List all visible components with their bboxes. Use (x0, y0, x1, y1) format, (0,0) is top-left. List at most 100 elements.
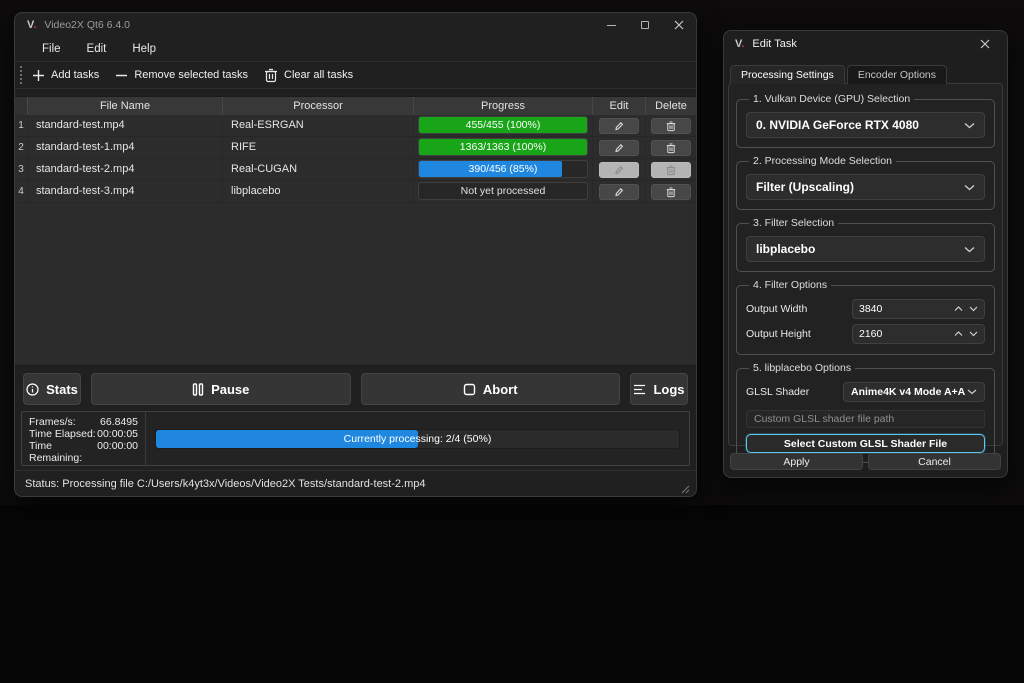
progress-cell: Not yet processed (414, 181, 593, 202)
progress-cell: 390/456 (85%) (414, 159, 593, 180)
progress-label: 1363/1363 (100%) (419, 139, 587, 155)
abort-label: Abort (483, 382, 518, 397)
apply-button[interactable]: Apply (730, 453, 863, 470)
info-icon (26, 383, 39, 396)
dialog-tabs: Processing Settings Encoder Options (730, 65, 949, 84)
title-bar: V. Video2X Qt6 6.4.0 (15, 13, 696, 37)
output-height-spinbox[interactable] (852, 324, 985, 344)
header-progress[interactable]: Progress (414, 97, 593, 115)
gpu-select[interactable]: 0. NVIDIA GeForce RTX 4080 (746, 112, 985, 138)
vulkan-device-legend: 1. Vulkan Device (GPU) Selection (749, 93, 914, 105)
overall-progress-label: Currently processing: 2/4 (50%) (156, 430, 679, 448)
glsl-shader-label: GLSL Shader (746, 386, 809, 398)
stats-label: Stats (46, 382, 78, 397)
menu-edit[interactable]: Edit (74, 43, 120, 55)
tab-encoder-options[interactable]: Encoder Options (847, 65, 947, 84)
table-row[interactable]: 4 standard-test-3.mp4 libplacebo Not yet… (15, 181, 696, 203)
filter-options-legend: 4. Filter Options (749, 279, 831, 291)
output-height-input[interactable] (859, 328, 954, 340)
minus-icon (115, 69, 128, 82)
row-number: 1 (15, 115, 28, 136)
resize-grip[interactable] (681, 485, 690, 494)
edit-task-button[interactable] (599, 118, 639, 134)
file-name-cell: standard-test.mp4 (28, 115, 223, 136)
filter-select[interactable]: libplacebo (746, 236, 985, 262)
toolbar-drag-handle[interactable] (20, 66, 24, 84)
edit-task-button[interactable] (599, 184, 639, 200)
task-table: File Name Processor Progress Edit Delete… (15, 96, 696, 366)
progress-bar: Not yet processed (418, 182, 588, 200)
stats-readout: Frames/s:66.8495 Time Elapsed:00:00:05 T… (22, 412, 146, 465)
remove-selected-tasks-button[interactable]: Remove selected tasks (115, 69, 248, 82)
close-button[interactable] (662, 13, 696, 37)
menu-file[interactable]: File (29, 43, 74, 55)
edit-task-button[interactable] (599, 140, 639, 156)
select-custom-shader-button[interactable]: Select Custom GLSL Shader File (746, 434, 985, 453)
table-row[interactable]: 2 standard-test-1.mp4 RIFE 1363/1363 (10… (15, 137, 696, 159)
chevron-down-icon (964, 246, 975, 253)
pencil-icon (614, 121, 624, 131)
table-row[interactable]: 1 standard-test.mp4 Real-ESRGAN 455/455 … (15, 115, 696, 137)
glsl-shader-select[interactable]: Anime4K v4 Mode A+A (843, 382, 985, 402)
close-icon (980, 39, 990, 49)
processing-mode-group: 2. Processing Mode Selection Filter (Ups… (736, 155, 995, 210)
time-elapsed-label: Time Elapsed: (29, 428, 96, 440)
chevron-down-icon[interactable] (969, 331, 978, 337)
delete-task-button[interactable] (651, 118, 691, 134)
logs-button[interactable]: Logs (630, 373, 688, 405)
chevron-up-icon[interactable] (954, 306, 963, 312)
chevron-down-icon[interactable] (969, 306, 978, 312)
processor-cell: Real-ESRGAN (223, 115, 414, 136)
logs-label: Logs (653, 382, 684, 397)
clear-tasks-label: Clear all tasks (284, 69, 353, 81)
processor-cell: Real-CUGAN (223, 159, 414, 180)
header-row-number (15, 97, 28, 115)
main-window: V. Video2X Qt6 6.4.0 File Edit Help Add … (14, 12, 697, 497)
output-width-spinbox[interactable] (852, 299, 985, 319)
output-height-label: Output Height (746, 328, 811, 340)
pause-label: Pause (211, 382, 249, 397)
processing-mode-value: Filter (Upscaling) (756, 180, 854, 194)
chevron-up-icon[interactable] (954, 331, 963, 337)
header-edit[interactable]: Edit (593, 97, 646, 115)
processing-mode-legend: 2. Processing Mode Selection (749, 155, 896, 167)
maximize-button[interactable] (628, 13, 662, 37)
processing-settings-pane: 1. Vulkan Device (GPU) Selection 0. NVID… (728, 83, 1003, 446)
table-header: File Name Processor Progress Edit Delete (15, 97, 696, 115)
edit-task-dialog: V. Edit Task Processing Settings Encoder… (723, 30, 1008, 478)
header-processor[interactable]: Processor (223, 97, 414, 115)
stats-button[interactable]: Stats (23, 373, 81, 405)
file-name-cell: standard-test-3.mp4 (28, 181, 223, 202)
header-delete[interactable]: Delete (646, 97, 696, 115)
delete-task-button[interactable] (651, 140, 691, 156)
status-bar: Status: Processing file C:/Users/k4yt3x/… (15, 470, 696, 496)
processing-mode-select[interactable]: Filter (Upscaling) (746, 174, 985, 200)
pause-button[interactable]: Pause (91, 373, 351, 405)
status-text: Status: Processing file C:/Users/k4yt3x/… (25, 478, 425, 490)
abort-button[interactable]: Abort (361, 373, 621, 405)
header-file-name[interactable]: File Name (28, 97, 223, 115)
output-width-input[interactable] (859, 303, 954, 315)
minimize-button[interactable] (594, 13, 628, 37)
frames-per-second-label: Frames/s: (29, 416, 76, 428)
cancel-button[interactable]: Cancel (868, 453, 1001, 470)
vulkan-device-group: 1. Vulkan Device (GPU) Selection 0. NVID… (736, 93, 995, 148)
app-logo-icon: V. (27, 19, 36, 31)
window-title: Video2X Qt6 6.4.0 (44, 19, 130, 31)
output-width-label: Output Width (746, 303, 807, 315)
clear-all-tasks-button[interactable]: Clear all tasks (264, 68, 353, 83)
libplacebo-options-legend: 5. libplacebo Options (749, 362, 855, 374)
delete-task-button-disabled (651, 162, 691, 178)
minimize-icon (607, 25, 616, 26)
filter-selection-legend: 3. Filter Selection (749, 217, 838, 229)
delete-task-button[interactable] (651, 184, 691, 200)
overall-progress-bar: Currently processing: 2/4 (50%) (155, 429, 680, 449)
add-tasks-button[interactable]: Add tasks (32, 69, 99, 82)
tab-processing-settings[interactable]: Processing Settings (730, 65, 845, 84)
custom-shader-path-input[interactable] (746, 410, 985, 428)
table-row[interactable]: 3 standard-test-2.mp4 Real-CUGAN 390/456… (15, 159, 696, 181)
gpu-select-value: 0. NVIDIA GeForce RTX 4080 (756, 118, 919, 132)
dialog-close-button[interactable] (974, 39, 996, 49)
row-number: 3 (15, 159, 28, 180)
menu-help[interactable]: Help (119, 43, 169, 55)
